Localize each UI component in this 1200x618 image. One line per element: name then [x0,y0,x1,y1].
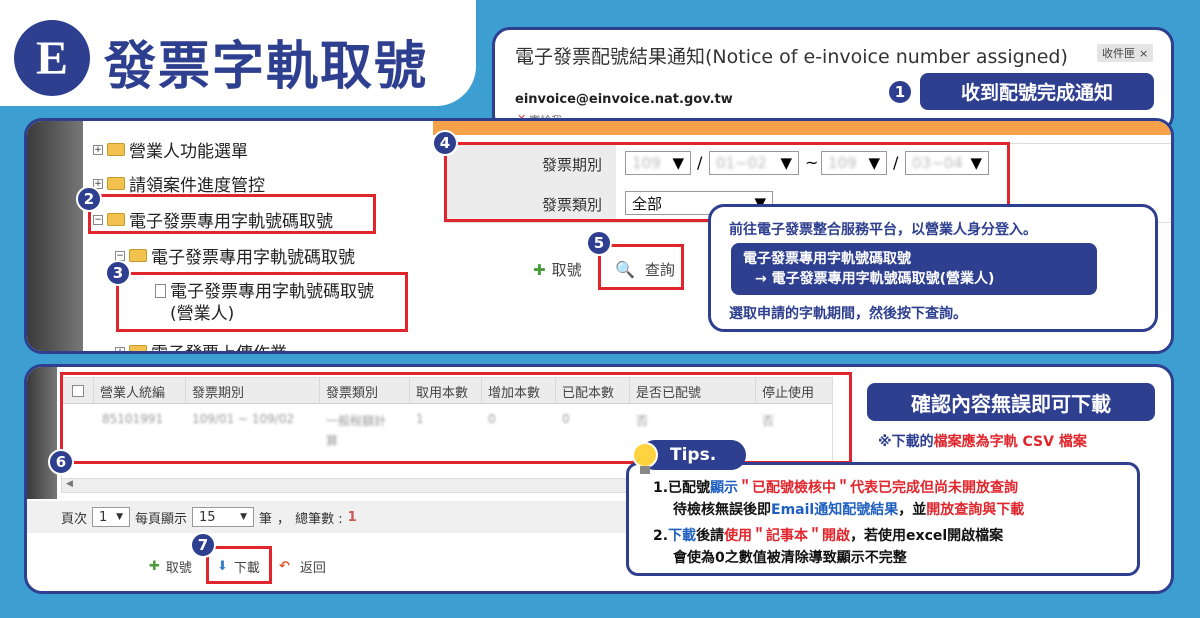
logo-icon: E [14,20,90,96]
take-number-button-bottom[interactable]: ✚ 取號 [149,557,192,576]
collapse-icon: − [115,250,125,261]
step-badge-7: 7 [190,532,216,558]
tree-item-upload[interactable]: + 電子發票上傳作業 [115,339,287,351]
tree-item-track-number-sub[interactable]: − 電子發票專用字軌號碼取號 [115,243,355,268]
inbox-tag[interactable]: 收件匣 × [1097,44,1154,62]
confirm-note: ※下載的檔案應為字軌 CSV 檔案 [878,434,1087,450]
tips-line-1b: 待檢核無誤後即Email通知配號結果，並開放查詢與下載 [673,502,1025,518]
tree-item-progress[interactable]: + 請領案件進度管控 [93,171,265,196]
folder-open-icon [129,249,147,262]
instruction-path: 電子發票專用字軌號碼取號 → 電子發票專用字軌號碼取號(營業人) [731,243,1097,295]
take-number-button[interactable]: ✚ 取號 [533,259,582,280]
highlight-query [598,244,684,290]
tips-line-2b: 會使為0之數值被清除導致顯示不完整 [673,550,907,566]
tips-line-2a: 2.下載後請使用＂記事本＂開啟，若使用excel開啟檔案 [653,528,1004,544]
back-button[interactable]: ↶ 返回 [279,557,326,576]
expand-icon: + [93,144,103,155]
folder-icon [129,345,147,351]
form-top-bar [433,121,1171,135]
step-badge-4: 4 [432,130,458,156]
step-badge-3: 3 [105,260,131,286]
highlight-track-number [88,194,376,234]
per-page-select[interactable]: 15 ▼ [192,507,255,527]
lightbulb-base [640,466,650,474]
expand-icon: + [115,346,125,351]
notice-label: 收到配號完成通知 [920,73,1154,110]
tree-item-menu[interactable]: + 營業人功能選單 [93,137,248,162]
add-icon: ✚ [533,260,546,279]
highlight-business [116,272,408,332]
step-badge-1: 1 [887,79,913,105]
step-badge-6: 6 [48,449,74,475]
instruction-line-1: 前往電子發票整合服務平台，以營業人身分登入。 [729,222,1037,238]
scroll-left-icon[interactable]: ◀ [66,479,73,489]
left-strip [27,121,83,351]
add-icon: ✚ [149,559,160,574]
folder-icon [107,177,125,190]
folder-icon [107,143,125,156]
instruction-line-2: 選取申請的字軌期間，然後按下查詢。 [729,306,967,322]
tips-box: 1.已配號顯示＂已配號檢核中＂代表已完成但尚未開放查詢 待檢核無誤後即Email… [626,462,1140,576]
step-badge-5: 5 [586,230,612,256]
tips-line-1a: 1.已配號顯示＂已配號檢核中＂代表已完成但尚未開放查詢 [653,480,1019,496]
confirm-label: 確認內容無誤即可下載 [867,383,1155,421]
step-badge-2: 2 [76,186,102,212]
highlight-download [206,546,272,584]
total-count: 1 [347,509,357,525]
instruction-box: 前往電子發票整合服務平台，以營業人身分登入。 電子發票專用字軌號碼取號 → 電子… [708,204,1158,332]
email-subject: 電子發票配號結果通知(Notice of e-invoice number as… [515,46,1068,68]
page-title: 發票字軌取號 [104,37,429,97]
left-strip-bottom [27,367,57,499]
lightbulb-icon [632,442,658,468]
pager: 頁次 1 ▼ 每頁顯示 15 ▼ 筆 ， 總筆數 : 1 [61,507,357,527]
back-arrow-icon: ↶ [279,559,290,574]
page-select[interactable]: 1 ▼ [92,507,131,527]
email-sender: einvoice@einvoice.nat.gov.tw [515,92,733,107]
